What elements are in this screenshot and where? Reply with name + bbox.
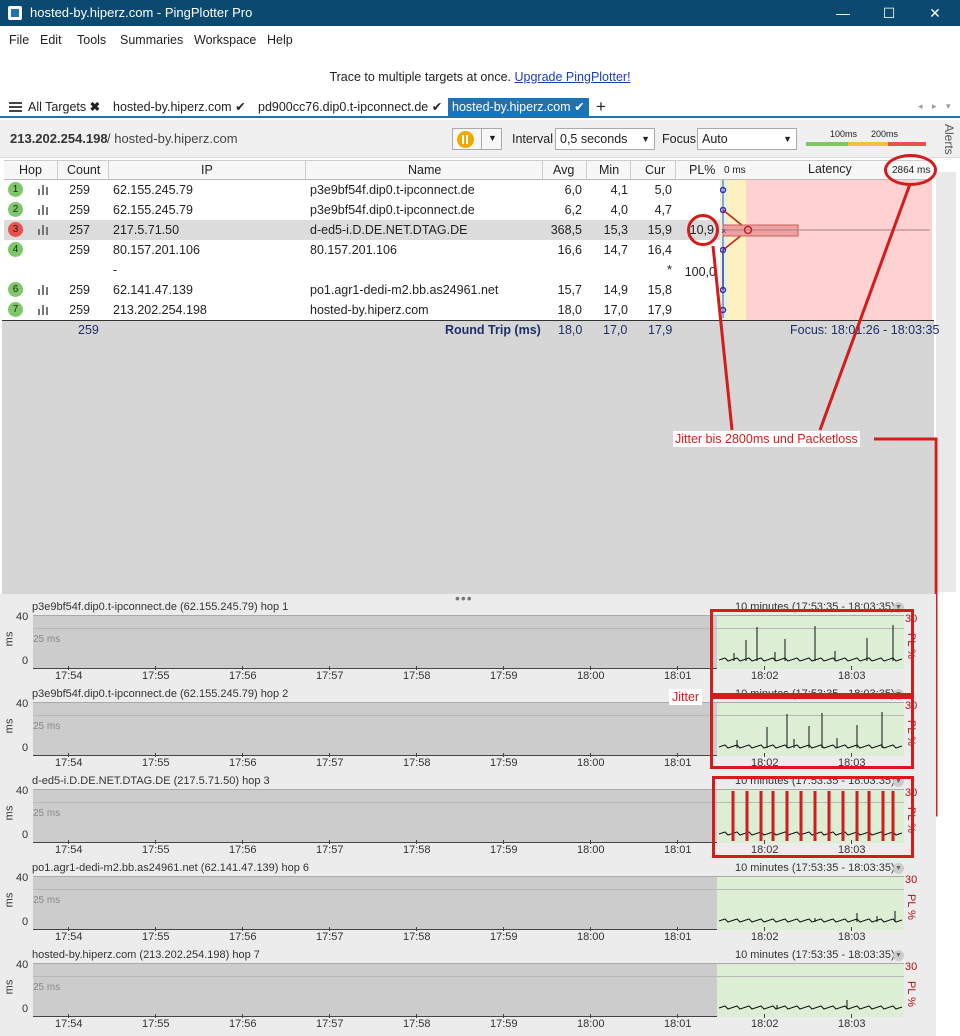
annotation-box <box>710 696 914 769</box>
graph-trace <box>718 1000 903 1010</box>
annotation-box <box>710 609 914 696</box>
annotation-jitter: Jitter <box>669 689 703 705</box>
annotation-box <box>712 776 914 858</box>
